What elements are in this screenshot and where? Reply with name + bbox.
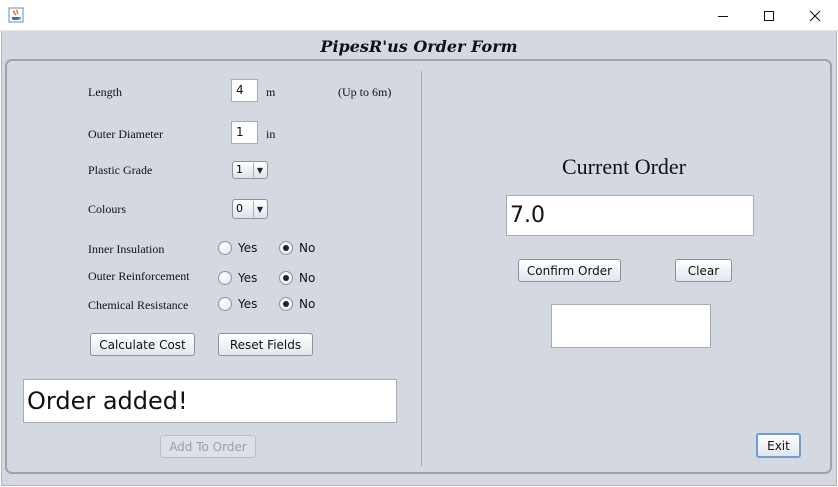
result-field[interactable] [551, 304, 711, 348]
chevron-down-icon: ▼ [253, 163, 266, 177]
outer-diameter-label: Outer Diameter [88, 127, 163, 141]
chemical-resistance-yes-label: Yes [238, 297, 258, 311]
length-input[interactable]: 4 [231, 79, 258, 102]
minimize-icon [718, 15, 728, 17]
minimize-button[interactable] [700, 0, 746, 31]
plastic-grade-select[interactable]: 1 ▼ [232, 161, 268, 179]
exit-button[interactable]: Exit [756, 433, 801, 458]
java-app-icon [8, 7, 24, 23]
colours-value: 0 [236, 202, 243, 215]
panel-divider [421, 71, 422, 466]
clear-button[interactable]: Clear [675, 259, 732, 282]
chemical-resistance-yes-radio[interactable] [218, 297, 232, 311]
inner-insulation-no-radio[interactable] [279, 241, 293, 255]
maximize-icon [764, 10, 774, 21]
outer-reinforcement-yes-radio[interactable] [218, 271, 232, 285]
inner-insulation-no-label: No [299, 241, 316, 255]
close-icon [809, 10, 821, 21]
add-to-order-button[interactable]: Add To Order [160, 435, 256, 458]
close-button[interactable] [792, 0, 838, 31]
chemical-resistance-label: Chemical Resistance [88, 298, 189, 312]
reset-fields-button[interactable]: Reset Fields [218, 333, 313, 356]
chemical-resistance-no-radio[interactable] [279, 297, 293, 311]
plastic-grade-label: Plastic Grade [88, 163, 153, 177]
inner-insulation-label: Inner Insulation [88, 242, 165, 256]
length-unit: m [266, 85, 276, 99]
window-title-bar [0, 0, 838, 31]
outer-reinforcement-yes-label: Yes [238, 271, 258, 285]
length-hint: (Up to 6m) [338, 85, 392, 99]
colours-select[interactable]: 0 ▼ [232, 199, 268, 219]
length-label: Length [88, 85, 122, 99]
chevron-down-icon: ▼ [253, 201, 266, 217]
calculate-cost-button[interactable]: Calculate Cost [90, 333, 195, 356]
outer-diameter-input[interactable]: 1 [231, 121, 258, 144]
inner-insulation-yes-label: Yes [238, 241, 258, 255]
outer-diameter-unit: in [266, 127, 276, 141]
current-order-heading: Current Order [562, 154, 687, 179]
inner-insulation-yes-radio[interactable] [218, 241, 232, 255]
confirm-order-button[interactable]: Confirm Order [518, 259, 621, 282]
chemical-resistance-no-label: No [299, 297, 316, 311]
outer-reinforcement-label: Outer Reinforcement [88, 269, 190, 283]
status-text-field[interactable]: Order added! [23, 379, 397, 423]
outer-reinforcement-no-radio[interactable] [279, 271, 293, 285]
current-order-field[interactable]: 7.0 [506, 195, 754, 236]
outer-reinforcement-no-label: No [299, 271, 316, 285]
maximize-button[interactable] [746, 0, 792, 31]
colours-label: Colours [88, 202, 127, 216]
form-title: PipesR'us Order Form [320, 37, 518, 56]
plastic-grade-value: 1 [236, 163, 243, 176]
